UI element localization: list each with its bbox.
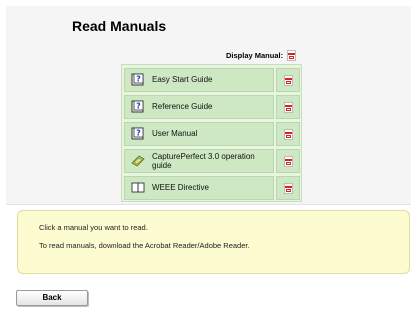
back-button[interactable]: Back: [16, 290, 88, 306]
open-book-icon: [131, 182, 145, 193]
pdf-button-reference-guide[interactable]: [276, 95, 300, 119]
pdf-icon: [284, 156, 293, 167]
pdf-button-weee-directive[interactable]: [276, 176, 300, 200]
pdf-icon: [284, 102, 293, 113]
svg-text:?: ?: [136, 129, 141, 138]
manual-row-weee-directive: WEEE Directive: [124, 176, 300, 200]
pdf-button-user-manual[interactable]: [276, 122, 300, 146]
info-reader-note: To read manuals, download the Acrobat Re…: [39, 241, 250, 250]
pdf-icon: [284, 183, 293, 194]
display-manual-label: Display Manual:: [226, 51, 284, 60]
help-book-icon: ?: [131, 73, 144, 86]
manual-row-captureperfect-guide: CapturePerfect 3.0 operation guide: [124, 149, 300, 173]
pdf-button-captureperfect-guide[interactable]: [276, 149, 300, 173]
svg-text:?: ?: [136, 102, 141, 111]
info-instruction: Click a manual you want to read.: [39, 223, 148, 232]
pdf-button-easy-start-guide[interactable]: [276, 68, 300, 92]
manual-label: Easy Start Guide: [152, 75, 213, 84]
manual-row-user-manual: ? User Manual: [124, 122, 300, 146]
info-box: Click a manual you want to read. To read…: [17, 210, 410, 274]
pdf-icon: [287, 50, 296, 61]
pdf-icon: [284, 129, 293, 140]
manual-link-easy-start-guide[interactable]: ? Easy Start Guide: [124, 68, 274, 92]
svg-text:?: ?: [136, 75, 141, 84]
manual-row-easy-start-guide: ? Easy Start Guide: [124, 68, 300, 92]
manual-label: Reference Guide: [152, 102, 213, 111]
manual-link-captureperfect-guide[interactable]: CapturePerfect 3.0 operation guide: [124, 149, 274, 173]
captureperfect-icon: [131, 155, 145, 167]
page-title: Read Manuals: [72, 18, 167, 34]
help-book-icon: ?: [131, 100, 144, 113]
manual-list: ? Easy Start Guide ? Reference Guide ? U…: [121, 64, 302, 202]
pdf-icon: [284, 75, 293, 86]
manual-link-user-manual[interactable]: ? User Manual: [124, 122, 274, 146]
help-book-icon: ?: [131, 127, 144, 140]
manual-link-weee-directive[interactable]: WEEE Directive: [124, 176, 274, 200]
manual-row-reference-guide: ? Reference Guide: [124, 95, 300, 119]
manual-label: User Manual: [152, 129, 198, 138]
manual-label: CapturePerfect 3.0 operation guide: [152, 152, 255, 170]
manual-link-reference-guide[interactable]: ? Reference Guide: [124, 95, 274, 119]
manual-label: WEEE Directive: [152, 183, 209, 192]
